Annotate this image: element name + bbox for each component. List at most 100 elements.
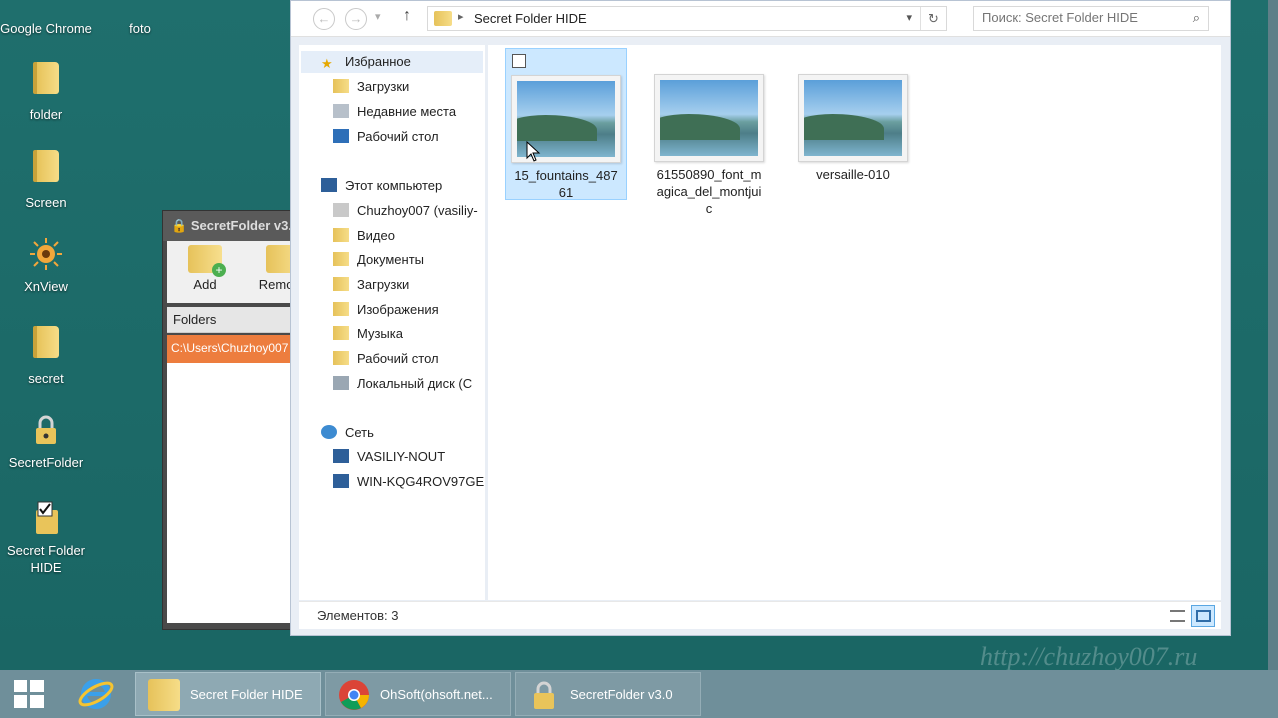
- padlock-icon: [528, 679, 560, 711]
- nav-item-desktop-pc[interactable]: Рабочий стол: [333, 348, 439, 370]
- desktop-icon-secretfolder[interactable]: SecretFolder: [0, 410, 92, 471]
- large-icons-view-icon: [1196, 610, 1211, 622]
- nav-label: Избранное: [345, 54, 411, 69]
- nav-label: WIN-KQG4ROV97GE: [357, 474, 485, 489]
- address-bar[interactable]: ▸ Secret Folder HIDE ▾ ↻: [427, 6, 947, 31]
- desktop-icon: [333, 129, 349, 143]
- taskbar-button-secretfolder[interactable]: SecretFolder v3.0: [515, 672, 701, 716]
- details-view-button[interactable]: [1165, 605, 1189, 627]
- taskbar-button-label: SecretFolder v3.0: [570, 687, 673, 702]
- file-item[interactable]: versaille-010: [792, 74, 914, 183]
- desktop-icon-secret-folder-hide[interactable]: Secret Folder HIDE: [0, 498, 92, 576]
- refresh-icon[interactable]: ↻: [920, 7, 946, 30]
- nav-label: Chuzhoy007 (vasiliy-: [357, 203, 478, 218]
- folder-row[interactable]: C:\Users\Chuzhoy007: [167, 335, 301, 363]
- desktop-icon-google-chrome[interactable]: Google Chrome: [0, 0, 92, 37]
- folders-list: C:\Users\Chuzhoy007: [167, 335, 301, 623]
- folder-icon: [148, 679, 180, 711]
- nav-item-win-kqg4rov97ge[interactable]: WIN-KQG4ROV97GE: [333, 471, 484, 493]
- nav-network[interactable]: Сеть: [321, 422, 374, 444]
- breadcrumb[interactable]: Secret Folder HIDE: [474, 11, 587, 26]
- desktop-icon-screen[interactable]: Screen: [0, 146, 92, 211]
- nav-favorites[interactable]: ★ Избранное: [301, 51, 483, 73]
- nav-label: Недавние места: [357, 104, 457, 119]
- nav-label: VASILIY-NOUT: [357, 449, 446, 464]
- app-toolbar: + Add Remove: [167, 241, 307, 303]
- nav-label: Видео: [357, 228, 395, 243]
- internet-explorer-button[interactable]: [76, 674, 116, 714]
- arrow-right-icon: →: [349, 11, 363, 26]
- window-title: SecretFolder v3.0: [190, 218, 300, 233]
- nav-item-music[interactable]: Музыка: [333, 323, 403, 345]
- up-button[interactable]: ↑: [403, 7, 411, 25]
- desktop-icon-folder[interactable]: folder: [0, 58, 92, 123]
- navigation-pane: ★ Избранное Загрузки Недавние места Рабоч…: [299, 45, 485, 600]
- xnview-icon: [26, 234, 66, 274]
- nav-label: Сеть: [345, 425, 374, 440]
- hard-drive-icon: [333, 376, 349, 390]
- search-input[interactable]: [982, 10, 1182, 25]
- nav-item-desktop[interactable]: Рабочий стол: [333, 126, 439, 148]
- nav-item-pictures[interactable]: Изображения: [333, 299, 439, 321]
- desktop-icon-label: folder: [29, 107, 63, 122]
- taskbar-button-chrome[interactable]: OhSoft(ohsoft.net...: [325, 672, 511, 716]
- details-view-icon: [1170, 610, 1185, 622]
- folder-icon: [26, 62, 66, 102]
- nav-this-pc[interactable]: Этот компьютер: [321, 175, 442, 197]
- nav-item-video[interactable]: Видео: [333, 225, 395, 247]
- address-bar-row: ← → ▾ ↑ ▸ Secret Folder HIDE ▾ ↻ ⌕: [291, 1, 1230, 37]
- file-item[interactable]: 61550890_font_magica_del_montjuic: [648, 74, 770, 217]
- folder-icon: [26, 150, 66, 190]
- downloads-folder-icon: [333, 79, 349, 93]
- mouse-cursor-icon: [526, 141, 541, 162]
- address-dropdown-icon[interactable]: ▾: [906, 11, 912, 24]
- nav-item-user[interactable]: Chuzhoy007 (vasiliy-: [333, 200, 478, 222]
- nav-label: Загрузки: [357, 277, 410, 292]
- nav-label: Документы: [357, 252, 425, 267]
- add-button[interactable]: + Add: [175, 245, 235, 292]
- start-button[interactable]: [14, 680, 44, 708]
- search-box[interactable]: ⌕: [973, 6, 1209, 31]
- folder-add-icon: +: [188, 245, 226, 277]
- user-icon: [333, 203, 349, 217]
- forward-button[interactable]: →: [345, 8, 367, 30]
- file-name: 61550890_font_magica_del_montjuic: [656, 167, 762, 216]
- padlock-icon: 🔒: [171, 218, 188, 233]
- nav-item-local-disk[interactable]: Локальный диск (C: [333, 373, 472, 395]
- padlock-folder-icon: [26, 410, 66, 450]
- item-checkbox[interactable]: [512, 54, 526, 68]
- nav-label: Этот компьютер: [345, 178, 443, 193]
- file-item[interactable]: 15_fountains_48761: [505, 48, 627, 200]
- arrow-up-icon: ↑: [403, 7, 411, 24]
- window-titlebar[interactable]: 🔒 SecretFolder v3.0: [163, 211, 301, 241]
- add-button-label: Add: [193, 277, 217, 292]
- taskbar-button-explorer[interactable]: Secret Folder HIDE: [135, 672, 321, 716]
- desktop-icon-xnview[interactable]: XnView: [0, 234, 92, 295]
- nav-item-documents[interactable]: Документы: [333, 249, 424, 271]
- computer-icon: [321, 178, 337, 192]
- folder-icon: [26, 326, 66, 366]
- pictures-folder-icon: [333, 302, 349, 316]
- nav-item-downloads-pc[interactable]: Загрузки: [333, 274, 409, 296]
- recent-locations-button[interactable]: ▾: [375, 10, 381, 23]
- recent-places-icon: [333, 104, 349, 118]
- computer-icon: [333, 449, 349, 463]
- search-icon[interactable]: ⌕: [1193, 10, 1200, 26]
- file-list: 15_fountains_48761 61550890_font_magica_…: [488, 45, 1221, 600]
- nav-item-downloads[interactable]: Загрузки: [333, 76, 409, 98]
- folders-column-header[interactable]: Folders: [167, 307, 301, 333]
- large-icons-view-button[interactable]: [1191, 605, 1215, 627]
- desktop-icon-label: XnView: [24, 279, 68, 294]
- nav-label: Изображения: [357, 302, 439, 317]
- desktop-icon-foto[interactable]: foto: [94, 0, 186, 37]
- nav-item-vasiliy-nout[interactable]: VASILIY-NOUT: [333, 446, 445, 468]
- back-button[interactable]: ←: [313, 8, 335, 30]
- documents-folder-icon: [333, 252, 349, 266]
- music-folder-icon: [333, 326, 349, 340]
- desktop-icon-label: SecretFolder: [8, 455, 84, 470]
- nav-item-recent-places[interactable]: Недавние места: [333, 101, 456, 123]
- video-folder-icon: [333, 228, 349, 242]
- desktop-icon-label: Screen: [25, 195, 67, 210]
- desktop-folder-icon: [333, 351, 349, 365]
- desktop-icon-secret[interactable]: secret: [0, 322, 92, 387]
